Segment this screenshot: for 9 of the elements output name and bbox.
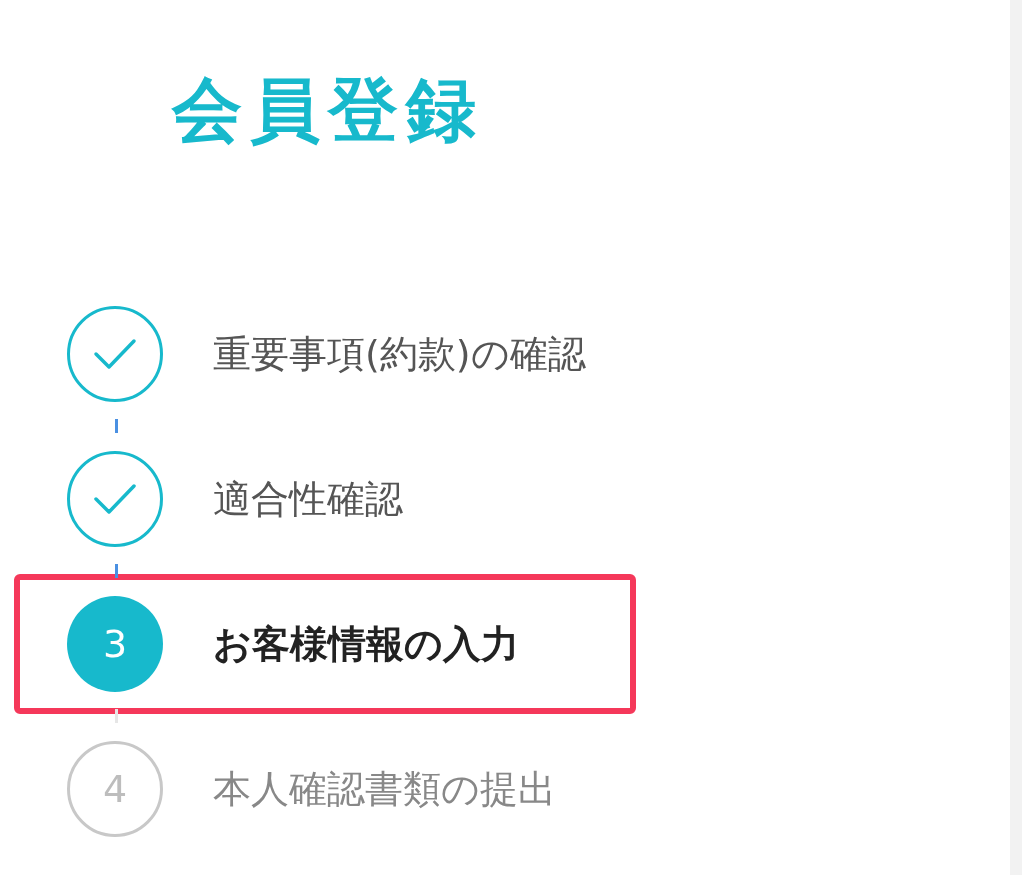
page-title: 会員登録: [172, 68, 485, 152]
check-circle-icon: [67, 306, 163, 402]
check-circle-icon: [67, 451, 163, 547]
step-label: 重要事項(約款)の確認: [213, 330, 586, 378]
step-label: お客様情報の入力: [213, 620, 519, 668]
step-label: 本人確認書類の提出: [213, 765, 556, 813]
step-label: 適合性確認: [213, 475, 403, 523]
step-number: 3: [67, 596, 163, 692]
step-number: 4: [67, 741, 163, 837]
